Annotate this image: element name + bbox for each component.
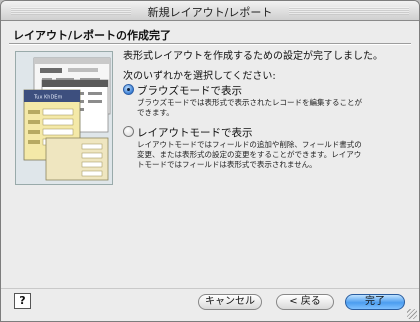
cancel-button[interactable]: キャンセル	[198, 294, 262, 310]
card-title-text: Tux KhDEm	[33, 95, 62, 101]
option-layout-mode-description: レイアウトモードではフィールドの追加や削除、フィールド書式の 変更、または表形式…	[137, 140, 407, 170]
heading-separator	[9, 43, 411, 45]
window-title: 新規レイアウト/レポート	[147, 6, 273, 19]
title-bar[interactable]: 新規レイアウト/レポート	[1, 1, 419, 21]
option-browse-mode-label[interactable]: ブラウズモードで表示	[137, 83, 242, 98]
back-button[interactable]: < 戻る	[276, 294, 334, 310]
radio-browse-mode[interactable]	[123, 84, 134, 95]
resize-grip[interactable]	[407, 309, 417, 319]
finish-button[interactable]: 完了	[345, 294, 405, 310]
description-line: レイアウトモードではフィールドの追加や削除、フィールド書式の	[137, 140, 362, 149]
description-line: トモードではフィールドは表形式で表示されません。	[137, 160, 317, 169]
footer-divider	[1, 288, 419, 289]
description-line: できます。	[137, 108, 174, 117]
option-layout-mode-label[interactable]: レイアウトモードで表示	[137, 125, 253, 140]
help-button[interactable]: ?	[14, 293, 31, 309]
option-browse-mode-description: ブラウズモードでは表形式で表示されたレコードを編集することが できます。	[137, 98, 407, 118]
layout-illustration-graphic: Tux KhDEm	[23, 57, 111, 181]
prompt-text: 次のいずれかを選択してください:	[123, 71, 276, 82]
layout-illustration: Tux KhDEm	[15, 51, 113, 185]
description-line: ブラウズモードでは表形式で表示されたレコードを編集することが	[137, 98, 362, 107]
wizard-dialog: 新規レイアウト/レポート レイアウト/レポートの作成完了 Tux KhDEm 表…	[0, 0, 420, 322]
radio-layout-mode[interactable]	[123, 126, 134, 137]
page-heading: レイアウト/レポートの作成完了	[13, 29, 172, 42]
lead-text: 表形式レイアウトを作成するための設定が完了しました。	[123, 51, 383, 62]
description-line: 変更、または表形式の設定の変更をすることができます。レイアウ	[137, 150, 362, 159]
